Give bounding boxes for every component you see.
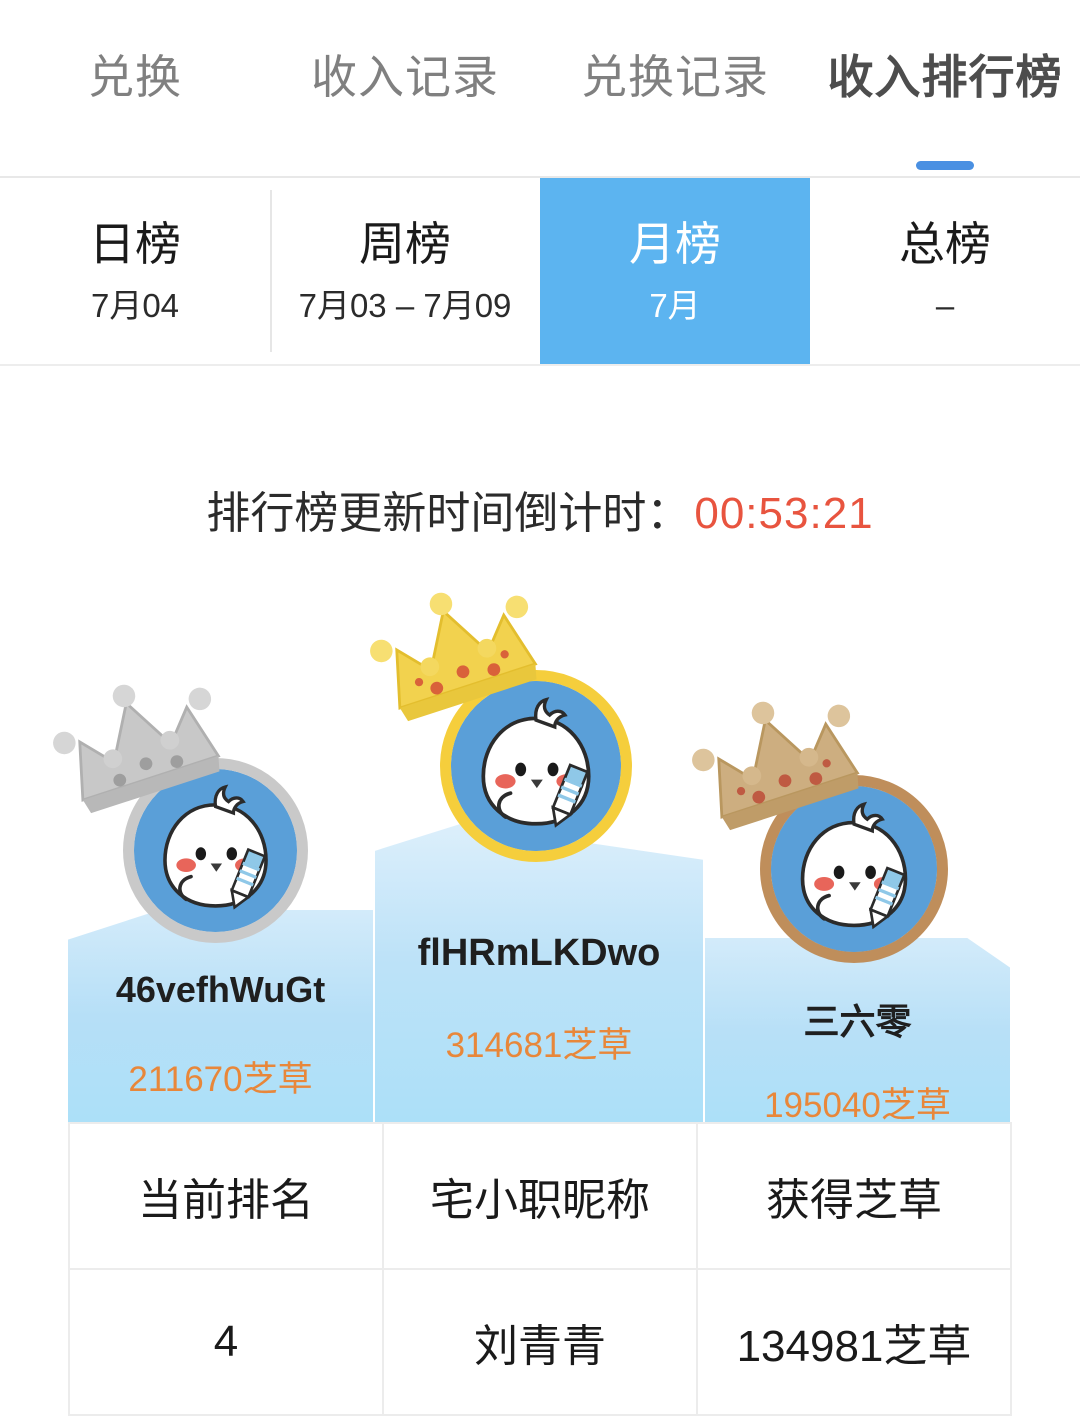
podium-avatar-rank1[interactable] xyxy=(370,592,632,862)
cell-nickname: 刘青青 xyxy=(382,1268,698,1416)
top-tab-bar: 兑换 收入记录 兑换记录 收入排行榜 xyxy=(0,0,1080,178)
tab-exchange[interactable]: 兑换 xyxy=(0,0,270,176)
period-tab-weekly[interactable]: 周榜 7月03 – 7月09 xyxy=(270,178,540,364)
period-tab-monthly-title: 月榜 xyxy=(629,217,721,270)
countdown-value: 00:53:21 xyxy=(694,489,874,538)
podium-block-rank1[interactable]: flHRmLKDwo 314681芝草 xyxy=(375,824,703,1122)
tab-exchange-record[interactable]: 兑换记录 xyxy=(540,0,810,176)
tab-exchange-record-label: 兑换记录 xyxy=(581,51,769,103)
podium-name-rank3: 三六零 xyxy=(803,1001,912,1042)
countdown-label: 排行榜更新时间倒计时： xyxy=(206,489,691,538)
cell-rank: 4 xyxy=(68,1268,384,1416)
column-header-score: 获得芝草 xyxy=(696,1122,1012,1270)
period-tab-total-title: 总榜 xyxy=(899,217,991,270)
podium: 46vefhWuGt 211670芝草 flHRmLKDwo 314681芝草 … xyxy=(0,592,1080,1125)
podium-score-rank1: 314681芝草 xyxy=(445,1026,633,1065)
podium-score-rank3: 195040芝草 xyxy=(764,1086,951,1125)
tab-income-ranking-label: 收入排行榜 xyxy=(827,51,1063,103)
period-tab-weekly-title: 周榜 xyxy=(359,217,451,270)
column-header-rank: 当前排名 xyxy=(68,1122,384,1270)
tab-exchange-label: 兑换 xyxy=(88,51,182,103)
period-tab-weekly-range: 7月03 – 7月09 xyxy=(298,286,512,324)
cell-score: 134981芝草 xyxy=(696,1268,1012,1416)
ranking-period-tabs: 日榜 7月04 周榜 7月03 – 7月09 月榜 7月 总榜 – xyxy=(0,178,1080,366)
avatar-ring-rank2 xyxy=(123,758,308,943)
period-tab-daily-range: 7月04 xyxy=(90,286,180,324)
period-tab-total[interactable]: 总榜 – xyxy=(810,178,1080,364)
avatar-ring-rank3 xyxy=(760,775,948,963)
tab-underline xyxy=(646,161,704,170)
period-tab-daily[interactable]: 日榜 7月04 xyxy=(0,178,270,364)
column-header-nickname: 宅小职昵称 xyxy=(382,1122,698,1270)
period-tab-total-range: – xyxy=(935,286,955,324)
tab-income-record-label: 收入记录 xyxy=(311,51,499,103)
podium-avatar-rank2[interactable] xyxy=(53,684,308,943)
podium-name-rank1: flHRmLKDwo xyxy=(417,932,661,974)
table-header-row: 当前排名 宅小职昵称 获得芝草 xyxy=(68,1122,1012,1270)
ranking-table: 当前排名 宅小职昵称 获得芝草 4 刘青青 134981芝草 xyxy=(68,1122,1012,1416)
tab-income-record[interactable]: 收入记录 xyxy=(270,0,540,176)
period-tab-monthly-range: 7月 xyxy=(649,286,701,324)
tab-underline xyxy=(106,161,164,170)
podium-score-rank2: 211670芝草 xyxy=(128,1060,313,1099)
podium-avatar-rank3[interactable] xyxy=(692,701,948,963)
ranking-countdown: 排行榜更新时间倒计时：00:53:21 xyxy=(0,492,1080,536)
tab-underline xyxy=(376,161,434,170)
period-tab-monthly[interactable]: 月榜 7月 xyxy=(540,178,810,364)
tab-active-underline xyxy=(916,161,974,170)
table-row[interactable]: 4 刘青青 134981芝草 xyxy=(68,1268,1012,1416)
period-tab-daily-title: 日榜 xyxy=(89,217,181,270)
tab-income-ranking[interactable]: 收入排行榜 xyxy=(810,0,1080,176)
podium-block-rank3[interactable]: 三六零 195040芝草 xyxy=(705,938,1010,1125)
podium-name-rank2: 46vefhWuGt xyxy=(115,969,326,1010)
avatar-ring-rank1 xyxy=(440,670,632,862)
